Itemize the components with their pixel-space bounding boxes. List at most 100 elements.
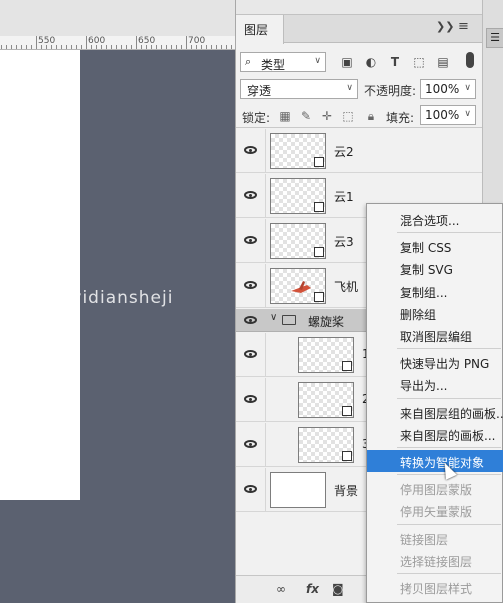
layer-thumbnail[interactable] [298,427,354,463]
layer-thumbnail[interactable] [270,133,326,169]
menu-item: 停用图层蒙版 [400,483,473,498]
ruler-major-tick [136,36,137,49]
visibility-cell[interactable] [236,264,266,307]
smart-object-icon [314,157,324,167]
link-layers-icon[interactable]: ∞ [276,582,286,596]
visibility-cell[interactable] [236,174,266,217]
menu-separator [397,447,501,448]
visibility-cell[interactable] [236,378,266,421]
add-mask-icon[interactable]: ◙ [332,582,344,596]
visibility-cell[interactable] [236,219,266,262]
horizontal-ruler: 550 600 650 700 [0,36,235,50]
ruler-minor-tick [21,45,22,49]
visibility-cell[interactable] [236,423,266,466]
menu-separator [397,397,501,399]
ruler-minor-tick [81,45,82,49]
menu-item[interactable]: 导出为... [367,373,503,395]
ruler-minor-tick [16,45,17,49]
layer-thumbnail[interactable] [298,337,354,373]
menu-item[interactable]: 快速导出为 PNG [367,351,503,373]
lock-pixels-icon[interactable]: ✎ [299,109,313,123]
ruler-minor-tick [61,45,62,49]
fill-input[interactable]: 100% ∨ [420,105,476,125]
eye-icon[interactable] [244,146,257,154]
eye-icon[interactable] [244,191,257,199]
ruler-minor-tick [181,45,182,49]
ruler-minor-tick [26,45,27,49]
eye-icon[interactable] [244,236,257,244]
eye-icon[interactable] [244,281,257,289]
menu-separator [397,232,501,234]
image-filter-icon[interactable]: ▣ [340,55,354,69]
eye-icon[interactable] [244,350,257,358]
layer-name: 云1 [334,190,354,204]
type-filter-icon[interactable]: T [388,55,402,69]
tab-layers[interactable]: 图层 [236,15,284,44]
ruler-major-tick [86,36,87,49]
menu-item: 拷贝图层样式 [400,582,473,596]
menu-item[interactable]: 取消图层编组 [367,324,503,346]
chevron-down-icon: ∨ [346,83,353,93]
lock-row: 锁定: ▦ ✎ ✛ ⬚ 🔒︎ 填充: 100% ∨ [236,104,482,128]
menu-separator [397,523,501,525]
ruler-minor-tick [71,45,72,49]
ruler-minor-tick [121,45,122,49]
visibility-cell[interactable] [236,468,266,511]
chevron-down-icon[interactable]: ∨ [270,312,277,323]
menu-item[interactable]: 转换为智能对象 [367,450,503,472]
filter-kind-select[interactable]: ⌕ 类型 ∨ [240,52,326,72]
menu-item[interactable]: 来自图层的画板... [367,423,503,445]
ruler-minor-tick [131,45,132,49]
lock-position-icon[interactable]: ✛ [320,109,334,123]
document-page[interactable] [0,50,80,500]
menu-item[interactable]: 复制 SVG [367,257,503,279]
layer-thumbnail[interactable] [270,178,326,214]
opacity-input[interactable]: 100% ∨ [420,79,476,99]
menu-item[interactable]: 混合选项... [367,208,503,230]
ruler-minor-tick [126,45,127,49]
menu-item[interactable]: 删除组 [367,302,503,324]
ruler-label: 550 [38,36,56,46]
top-strip [0,0,235,36]
ruler-minor-tick [111,45,112,49]
visibility-cell[interactable] [236,333,266,376]
ruler-minor-tick [116,45,117,49]
shape-filter-icon[interactable]: ⬚ [412,55,426,69]
layer-thumbnail[interactable] [270,472,326,508]
chevron-down-icon: ∨ [314,56,321,66]
layer-name: 背景 [334,484,359,498]
visibility-cell[interactable] [236,129,266,172]
blend-mode-select[interactable]: 穿透 ∨ [240,79,358,99]
lock-artboard-icon[interactable]: ⬚ [341,109,355,123]
ruler-minor-tick [231,45,232,49]
lock-all-icon[interactable]: 🔒︎ [364,109,378,123]
layers-toggle-icon[interactable]: ☰ [486,28,503,48]
ruler-label: 700 [188,36,206,46]
lock-transparent-icon[interactable]: ▦ [278,109,292,123]
menu-item[interactable]: 来自图层组的画板... [367,401,503,423]
double-chevron-right-icon[interactable]: ❯❯ [436,20,454,33]
menu-separator [397,573,501,574]
layer-thumbnail[interactable] [270,223,326,259]
layer-thumbnail[interactable] [270,268,326,304]
smart-object-filter-icon[interactable]: ▤ [436,55,450,69]
eye-icon[interactable] [244,440,257,448]
layer-thumbnail[interactable] [298,382,354,418]
layer-row[interactable]: 云2 [236,129,482,173]
eye-icon[interactable] [244,485,257,493]
ruler-major-tick [186,36,187,49]
eye-icon[interactable] [244,316,257,324]
adjustment-filter-icon[interactable]: ◐ [364,55,378,69]
filter-toggle[interactable] [466,52,474,68]
fill-label: 填充: [386,111,415,125]
fill-value: 100% [425,108,460,122]
panel-menu-icon[interactable]: ≡ [458,19,469,34]
ruler-minor-tick [66,45,67,49]
fx-icon[interactable]: fx [306,582,319,596]
eye-icon[interactable] [244,395,257,403]
ruler-label: 600 [88,36,106,46]
search-icon: ⌕ [245,55,252,68]
ruler-minor-tick [56,45,57,49]
menu-item[interactable]: 复制 CSS [367,235,503,257]
menu-item[interactable]: 复制组... [367,280,503,302]
